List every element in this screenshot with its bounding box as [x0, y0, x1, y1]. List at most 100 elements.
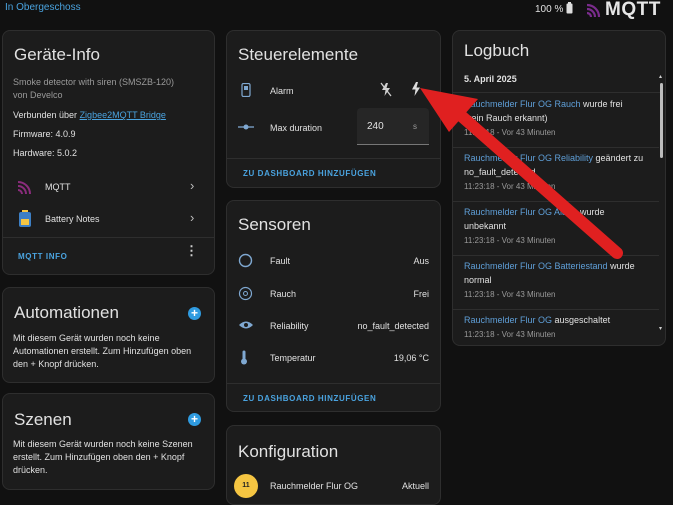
configuration-title: Konfiguration	[238, 442, 339, 461]
hardware-version: Hardware: 5.0.2	[13, 148, 78, 158]
chevron-right-icon: ›	[190, 178, 195, 193]
log-entry-text: wurde	[607, 261, 635, 271]
sensors-card: Sensoren Fault Aus Rauch Frei Reliabilit…	[226, 200, 441, 412]
mqtt-info-button[interactable]: MQTT INFO	[18, 252, 67, 261]
log-entity-link[interactable]: Rauchmelder Flur OG Alarm	[464, 207, 578, 217]
logbook-date: 5. April 2025	[464, 74, 517, 84]
log-entry[interactable]: Rauchmelder Flur OG ausgeschaltet 11:23:…	[453, 310, 659, 344]
log-entry-text: ausgeschaltet	[552, 315, 611, 325]
card-divider	[3, 237, 214, 238]
sensor-label-rauch: Rauch	[270, 289, 297, 299]
battery-notes-icon	[19, 210, 31, 227]
device-info-card: Geräte-Info Smoke detector with siren (S…	[2, 30, 215, 275]
sensor-label-temperatur: Temperatur	[270, 353, 316, 363]
alarm-device-icon	[241, 83, 251, 97]
scroll-down-arrow[interactable]: ▾	[659, 325, 662, 332]
device-info-title: Geräte-Info	[14, 45, 100, 64]
log-entry-line2: no_fault_detected	[464, 167, 536, 177]
add-scene-button[interactable]: +	[188, 413, 201, 426]
integration-item-mqtt[interactable]: MQTT ›	[3, 175, 214, 199]
sensor-value-temperatur[interactable]: 19,06 °C	[394, 353, 429, 363]
sensor-value-rauch[interactable]: Frei	[414, 289, 430, 299]
card-divider	[227, 383, 440, 384]
sensor-value-fault[interactable]: Aus	[413, 256, 429, 266]
log-entry-time: 11:23:18 - Vor 43 Minuten	[464, 236, 556, 245]
flash-off-icon[interactable]	[380, 82, 392, 97]
mqtt-logo: MQTT	[585, 0, 661, 21]
log-entry-text: wurde frei	[580, 99, 623, 109]
integration-label-battery-notes: Battery Notes	[45, 214, 100, 224]
log-entry-time: 11:23:18 - Vor 43 Minuten	[464, 290, 556, 299]
max-duration-label: Max duration	[270, 123, 323, 133]
log-entry-line2: normal	[464, 275, 492, 285]
add-to-dashboard-button[interactable]: ZU DASHBOARD HINZUFÜGEN	[243, 169, 376, 178]
sensor-value-reliability[interactable]: no_fault_detected	[357, 321, 429, 331]
automations-text-2: Automationen erstellt. Zum Hinzufügen ob…	[13, 346, 192, 356]
log-entry-line1: Rauchmelder Flur OG Reliability geändert…	[464, 153, 643, 163]
card-divider	[227, 158, 440, 159]
logbook-scrollbar[interactable]: ▴ ▾	[659, 73, 663, 335]
top-bar: In Obergeschoss 100 % MQTT	[0, 0, 673, 21]
flash-on-icon[interactable]	[411, 82, 421, 96]
configuration-card: Konfiguration 11 Rauchmelder Flur OG Akt…	[226, 425, 441, 505]
scenes-text-2: erstellt. Zum Hinzufügen oben den + Knop…	[13, 452, 185, 462]
eye-icon	[239, 321, 253, 329]
logbook-title: Logbuch	[464, 41, 530, 60]
log-entry[interactable]: Rauchmelder Flur OG Batteriestand wurde …	[453, 256, 659, 308]
controls-title: Steuerelemente	[238, 45, 359, 64]
firmware-version: Firmware: 4.0.9	[13, 129, 76, 139]
log-entry-line1: Rauchmelder Flur OG Alarm wurde	[464, 207, 605, 217]
logbook-divider	[453, 92, 663, 93]
circle-outline-icon	[238, 253, 253, 268]
smoke-detector-icon	[238, 286, 253, 301]
max-duration-value: 240	[367, 121, 384, 132]
log-entry-text: geändert zu	[593, 153, 644, 163]
breadcrumb[interactable]: In Obergeschoss	[5, 2, 81, 13]
log-entry-time: 11:23:18 - Vor 43 Minuten	[464, 182, 556, 191]
add-to-dashboard-button[interactable]: ZU DASHBOARD HINZUFÜGEN	[243, 394, 376, 403]
battery-status: 100 %	[535, 2, 573, 17]
log-entry-line2: unbekannt	[464, 221, 507, 231]
badge-number: 11	[242, 482, 250, 489]
log-entity-link[interactable]: Rauchmelder Flur OG Batteriestand	[464, 261, 608, 271]
scenes-title: Szenen	[14, 410, 72, 429]
log-entity-link[interactable]: Rauchmelder Flur OG Reliability	[464, 153, 593, 163]
automations-text-1: Mit diesem Gerät wurden noch keine	[13, 333, 160, 343]
firmware-update-badge: 11	[234, 474, 258, 498]
thermometer-icon	[241, 350, 247, 365]
log-entity-link[interactable]: Rauchmelder Flur OG Rauch	[464, 99, 581, 109]
chevron-right-icon: ›	[190, 210, 195, 225]
log-entry-line1: Rauchmelder Flur OG ausgeschaltet	[464, 315, 610, 325]
integration-item-battery-notes[interactable]: Battery Notes ›	[3, 207, 214, 231]
logbook-card: Logbuch 5. April 2025 Rauchmelder Flur O…	[452, 30, 666, 346]
automations-card: Automationen + Mit diesem Gerät wurden n…	[2, 287, 215, 383]
connected-prefix: Verbunden über	[13, 110, 80, 120]
integration-label-mqtt: MQTT	[45, 182, 71, 192]
max-duration-input[interactable]: 240 s	[357, 108, 429, 145]
battery-percent: 100 %	[535, 4, 564, 15]
sensors-title: Sensoren	[238, 215, 311, 234]
mqtt-icon	[17, 181, 31, 195]
log-entry[interactable]: Rauchmelder Flur OG Alarm wurde unbekann…	[453, 202, 659, 254]
scrollbar-thumb[interactable]	[660, 83, 663, 158]
alarm-label: Alarm	[270, 86, 294, 96]
scroll-up-arrow[interactable]: ▴	[659, 73, 662, 80]
more-options-icon[interactable]: ⋮	[185, 244, 198, 257]
log-entry[interactable]: Rauchmelder Flur OG Rauch wurde frei (ke…	[453, 94, 659, 146]
scenes-card: Szenen + Mit diesem Gerät wurden noch ke…	[2, 393, 215, 490]
log-entry-time: 11:23:18 - Vor 43 Minuten	[464, 128, 556, 137]
log-entry-line2: (kein Rauch erkannt)	[464, 113, 548, 123]
automations-title: Automationen	[14, 303, 119, 322]
log-entry-time: 11:23:18 - Vor 43 Minuten	[464, 330, 556, 339]
bridge-link[interactable]: Zigbee2MQTT Bridge	[80, 110, 166, 120]
device-model: Smoke detector with siren (SMSZB-120)	[13, 77, 175, 87]
log-entry-text: wurde	[577, 207, 605, 217]
config-row-value[interactable]: Aktuell	[402, 481, 429, 491]
add-automation-button[interactable]: +	[188, 307, 201, 320]
automations-text-3: den + Knopf drücken.	[13, 359, 99, 369]
log-entity-link[interactable]: Rauchmelder Flur OG	[464, 315, 552, 325]
scenes-text-3: drücken.	[13, 465, 48, 475]
sensor-label-fault: Fault	[270, 256, 291, 266]
log-entry[interactable]: Rauchmelder Flur OG Reliability geändert…	[453, 148, 659, 200]
mqtt-logo-icon	[586, 3, 601, 18]
